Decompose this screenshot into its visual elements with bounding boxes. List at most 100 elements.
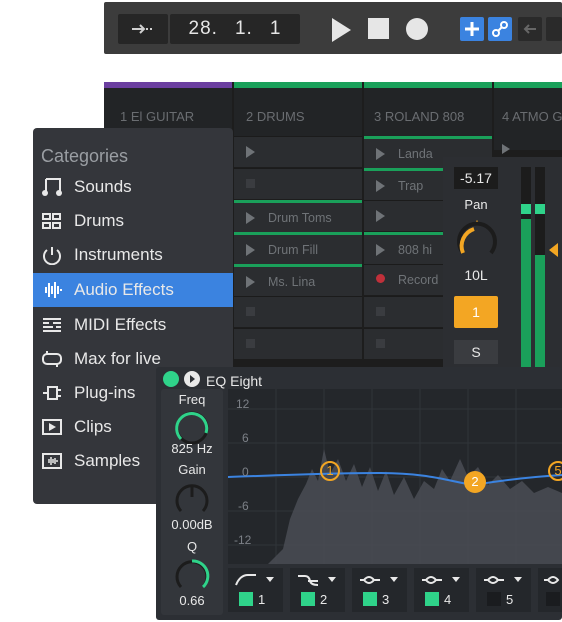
spectrum-analyzer [268, 449, 562, 564]
track-color-strip [234, 82, 362, 88]
bell-filter-icon[interactable] [542, 573, 562, 587]
clip-slot[interactable] [234, 296, 362, 327]
record-icon[interactable] [405, 17, 429, 41]
song-position[interactable]: 28. 1. 1 [170, 14, 300, 44]
q-value: 0.66 [179, 593, 205, 608]
play-icon[interactable] [376, 244, 385, 256]
eq-band-node[interactable]: 1 [320, 461, 340, 481]
device-expand-button[interactable] [184, 371, 200, 387]
play-icon[interactable] [502, 144, 510, 154]
position-bar: 28. [188, 18, 218, 39]
eq-graph[interactable]: 12 6 0 -6 -12 1 2 5 [228, 389, 562, 564]
follow-arrow-icon[interactable] [118, 14, 168, 44]
eq-band-node[interactable]: 2 [464, 471, 486, 493]
categories-title: Categories [41, 146, 129, 166]
play-icon[interactable] [330, 17, 352, 43]
volume-fader-handle[interactable] [549, 243, 558, 257]
pan-value: 10L [464, 267, 488, 283]
category-drums[interactable]: Drums [33, 204, 233, 238]
track-header-atmo[interactable]: 4 ATMO G [494, 82, 562, 150]
y-tick: -12 [234, 533, 252, 547]
eq-band-node[interactable]: 5 [548, 461, 562, 481]
play-icon[interactable] [246, 146, 255, 158]
track-color-strip [364, 82, 492, 88]
low-cut-filter-icon[interactable] [234, 573, 278, 587]
clip-slot[interactable] [234, 168, 362, 199]
y-tick: -6 [238, 499, 249, 513]
device-on-toggle[interactable] [163, 371, 179, 387]
band-selector-3[interactable]: 3 [352, 568, 407, 612]
category-audio-effects[interactable]: Audio Effects [33, 273, 233, 307]
gain-label: Gain [178, 462, 206, 477]
band-number: 2 [320, 592, 328, 607]
solo-button[interactable]: S [454, 340, 498, 364]
q-label: Q [186, 539, 198, 554]
band-number: 3 [382, 592, 390, 607]
band-selector-1[interactable]: 1 [228, 568, 283, 612]
track-name: 3 ROLAND 808 [374, 109, 465, 124]
band-selector-4[interactable]: 4 [414, 568, 469, 612]
stop-icon[interactable] [376, 339, 385, 348]
clip-slot[interactable]: Ms. Lina [234, 264, 362, 297]
pan-knob[interactable] [454, 217, 500, 263]
band-selector-5[interactable]: 5 [476, 568, 531, 612]
q-knob[interactable] [173, 557, 211, 595]
band-on-toggle[interactable] [425, 592, 439, 606]
play-icon[interactable] [376, 210, 385, 222]
category-label: Plug-ins [74, 383, 136, 402]
category-label: Max for live [74, 349, 161, 368]
clip-label: Drum Toms [268, 211, 332, 225]
category-label: Drums [74, 211, 125, 230]
play-icon[interactable] [376, 180, 385, 192]
clip-slot[interactable]: Drum Fill [234, 232, 362, 265]
band-on-toggle[interactable] [301, 592, 315, 606]
band-on-toggle[interactable] [487, 592, 501, 606]
play-icon[interactable] [246, 212, 255, 224]
mixer-strip: -5.17 Pan 10L 1 S [443, 157, 562, 369]
clip-slot[interactable] [234, 328, 362, 359]
record-icon[interactable] [376, 274, 385, 283]
category-sounds[interactable]: Sounds [33, 170, 233, 204]
band-selector-6[interactable] [538, 568, 562, 612]
bell-filter-icon[interactable] [482, 573, 526, 587]
gain-knob[interactable] [173, 481, 211, 519]
low-shelf-filter-icon[interactable] [296, 573, 340, 587]
band-on-toggle[interactable] [363, 592, 377, 606]
bell-filter-icon[interactable] [420, 573, 464, 587]
back-arrow-icon[interactable] [518, 17, 542, 41]
clip-label: Ms. Lina [268, 275, 316, 289]
waveform-icon [45, 282, 62, 298]
max-icon [42, 351, 62, 367]
stop-icon[interactable] [376, 307, 385, 316]
stop-icon[interactable] [368, 18, 390, 40]
clip-slot[interactable]: Drum Toms [234, 200, 362, 233]
band-on-toggle[interactable] [546, 592, 560, 606]
category-instruments[interactable]: Instruments [33, 238, 233, 272]
category-label: Audio Effects [74, 280, 174, 299]
stop-icon[interactable] [246, 339, 255, 348]
play-icon[interactable] [246, 244, 255, 256]
volume-readout[interactable]: -5.17 [454, 167, 498, 189]
band-selector-2[interactable]: 2 [290, 568, 345, 612]
band-on-toggle[interactable] [239, 592, 253, 606]
play-icon[interactable] [246, 276, 255, 288]
eq-parameter-panel: Freq 825 Hz Gain 0.00dB Q 0.66 [161, 389, 223, 615]
bell-filter-icon[interactable] [358, 573, 402, 587]
category-midi-effects[interactable]: MIDI Effects [33, 308, 233, 342]
y-tick: 6 [242, 431, 249, 445]
play-icon[interactable] [376, 148, 385, 160]
category-label: MIDI Effects [74, 315, 167, 334]
pan-label: Pan [464, 197, 488, 212]
link-icon[interactable] [488, 17, 512, 41]
stop-icon[interactable] [246, 179, 255, 188]
loop-icon[interactable] [546, 17, 562, 41]
add-icon[interactable] [460, 17, 484, 41]
gain-value: 0.00dB [171, 517, 213, 532]
clip-slot[interactable] [234, 136, 362, 167]
stop-icon[interactable] [246, 307, 255, 316]
track-name: 1 El GUITAR [120, 109, 195, 124]
category-label: Sounds [74, 177, 132, 196]
track-activator-button[interactable]: 1 [454, 296, 498, 328]
clip-label: Landa [398, 147, 433, 161]
position-beat: 1. [234, 18, 253, 39]
